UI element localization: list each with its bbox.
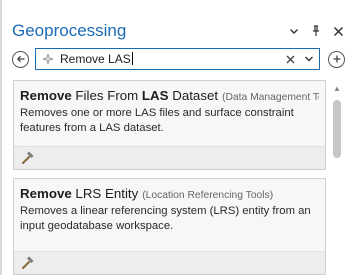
hammer-icon bbox=[20, 150, 36, 171]
pin-icon[interactable] bbox=[307, 22, 325, 40]
result-title: Remove Files From LAS Dataset (Data Manag… bbox=[20, 88, 319, 103]
result-footer bbox=[14, 251, 325, 274]
search-input[interactable]: Remove LAS bbox=[35, 48, 320, 70]
results-list: Remove Files From LAS Dataset (Data Manag… bbox=[13, 80, 326, 275]
pane-titlebar: Geoprocessing bbox=[12, 18, 347, 44]
result-card-remove-files-from-las-dataset[interactable]: Remove Files From LAS Dataset (Data Manag… bbox=[13, 80, 326, 170]
scrollbar-thumb[interactable] bbox=[333, 100, 341, 158]
result-toolbox: (Data Management To... bbox=[222, 92, 319, 103]
hammer-icon bbox=[20, 255, 36, 276]
close-icon[interactable] bbox=[329, 22, 347, 40]
scroll-up-arrow-icon[interactable]: ▲ bbox=[332, 84, 342, 93]
sparkle-icon bbox=[40, 53, 56, 65]
result-description: Removes a linear referencing system (LRS… bbox=[20, 205, 311, 232]
plus-circle-icon[interactable] bbox=[328, 50, 345, 68]
search-value: Remove LAS bbox=[60, 52, 133, 66]
result-card-remove-lrs-entity[interactable]: Remove LRS Entity (Location Referencing T… bbox=[13, 178, 326, 275]
result-footer bbox=[14, 146, 325, 169]
pane-title: Geoprocessing bbox=[12, 21, 127, 40]
result-description: Removes one or more LAS files and surfac… bbox=[20, 107, 294, 134]
result-title: Remove LRS Entity (Location Referencing T… bbox=[20, 186, 274, 201]
pane-left-border bbox=[0, 0, 2, 275]
text-caret bbox=[131, 52, 133, 65]
results-scrollbar[interactable]: ▲ bbox=[330, 78, 344, 275]
back-arrow-icon[interactable] bbox=[12, 50, 29, 68]
chevron-down-icon[interactable] bbox=[285, 22, 303, 40]
clear-search-icon[interactable] bbox=[286, 51, 295, 67]
search-dropdown-chevron-icon[interactable] bbox=[303, 55, 315, 63]
search-row: Remove LAS bbox=[12, 47, 345, 71]
result-toolbox: (Location Referencing Tools) bbox=[142, 190, 274, 201]
